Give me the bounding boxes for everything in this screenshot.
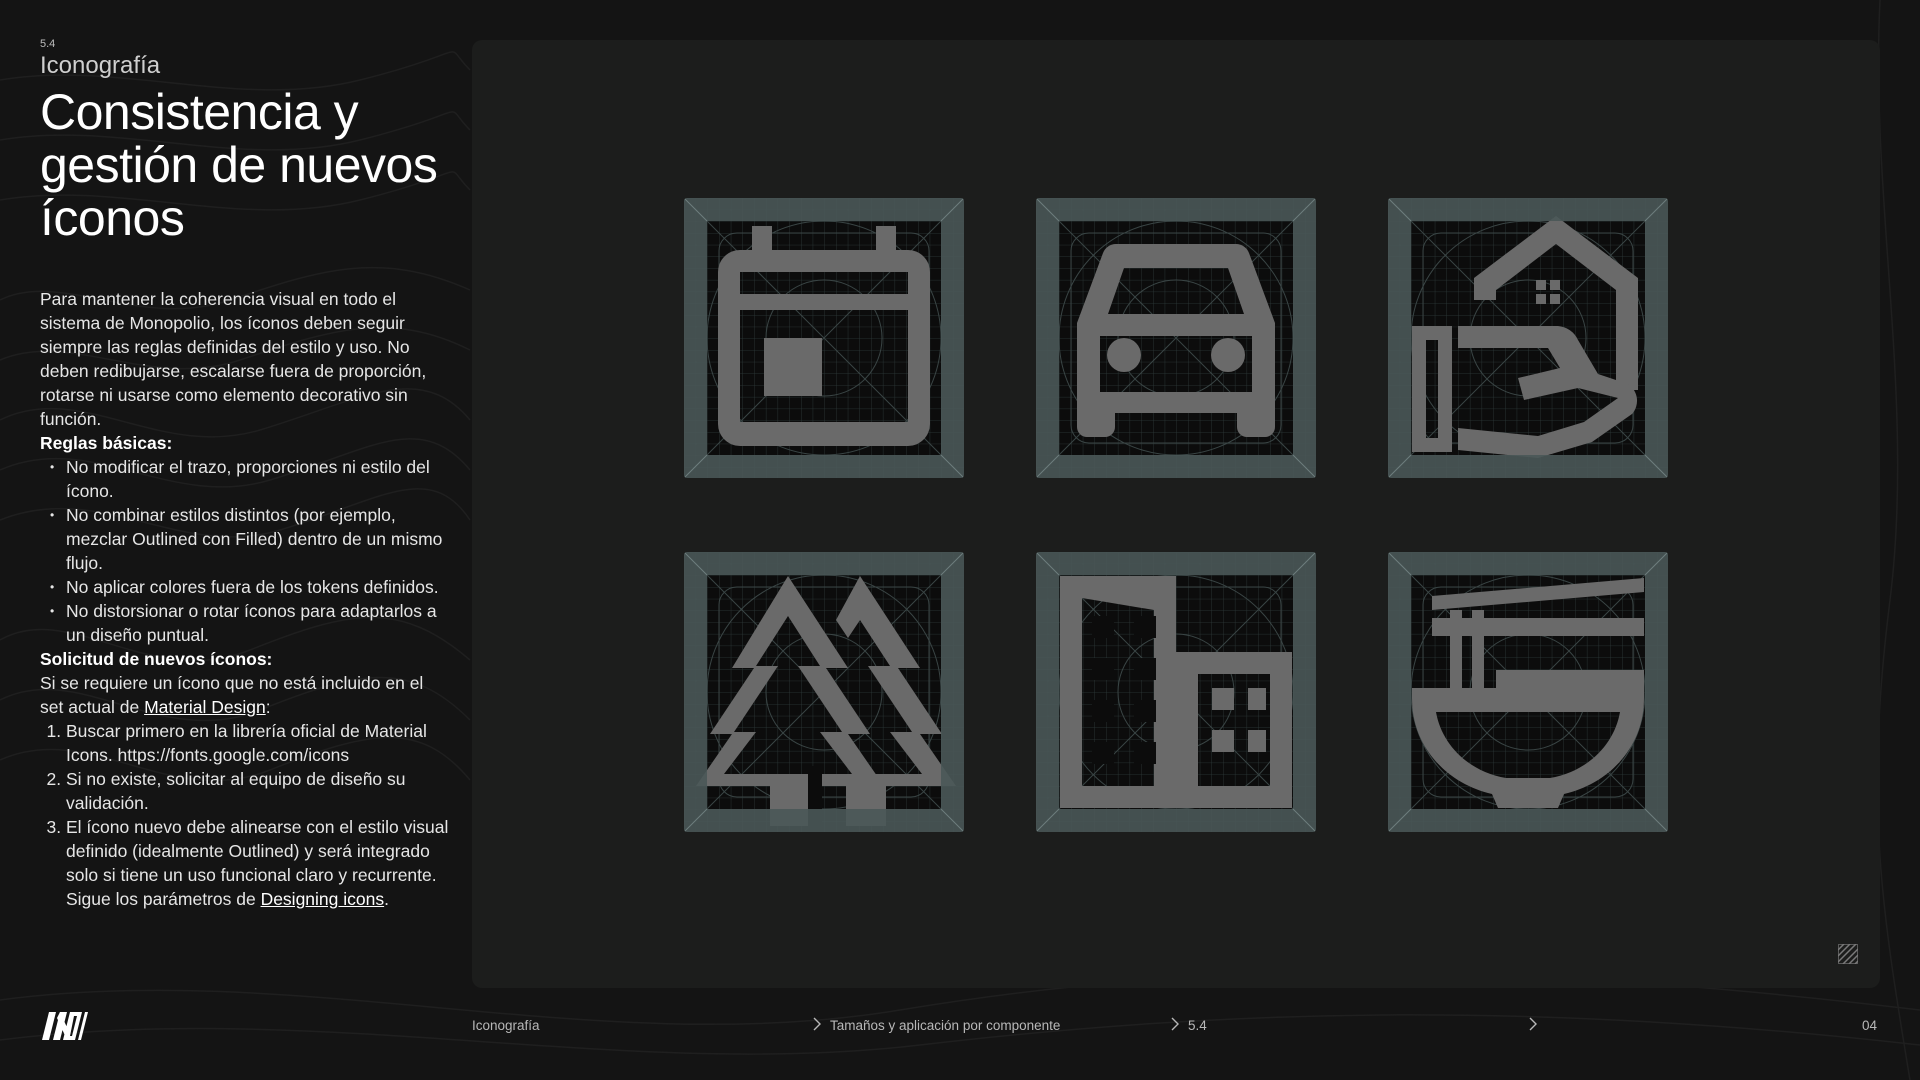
apartment-icon [1036,552,1316,832]
step-item: Buscar primero en la librería oficial de… [66,719,450,767]
section-name: Iconografía [40,52,161,79]
request-text-end: : [265,697,271,717]
ramen-dining-icon [1388,552,1668,832]
icon-showcase-panel [472,40,1880,988]
body-text: Para mantener la coherencia visual en to… [40,287,450,911]
real-estate-hand-icon [1388,198,1668,478]
page-number: 04 [1862,1018,1878,1033]
rule-item: No combinar estilos distintos (por ejemp… [50,503,450,575]
rules-list: No modificar el trazo, proporciones ni e… [40,455,450,647]
section-number: 5.4 [40,38,56,50]
step-item: Si no existe, solicitar al equipo de dis… [66,767,450,815]
calendar-icon [684,198,964,478]
monopolio-logo [42,1012,88,1040]
request-heading: Solicitud de nuevos íconos: [40,649,273,669]
step-item: El ícono nuevo debe alinearse con el est… [66,815,450,911]
car-icon [1036,198,1316,478]
steps-list: Buscar primero en la librería oficial de… [40,719,450,911]
forest-icon [684,552,964,832]
chevron-right-icon [813,1017,821,1031]
breadcrumb-section[interactable]: 5.4 [1188,1018,1207,1033]
rule-item: No modificar el trazo, proporciones ni e… [50,455,450,503]
chevron-right-icon[interactable] [1528,1017,1538,1031]
rule-item: No aplicar colores fuera de los tokens d… [50,575,450,599]
designing-icons-link[interactable]: Designing icons [261,889,385,909]
breadcrumb-tamanos[interactable]: Tamaños y aplicación por componente [830,1018,1060,1033]
rule-item: No distorsionar o rotar íconos para adap… [50,599,450,647]
step-text: El ícono nuevo debe alinearse con el est… [66,817,449,909]
content-column: 5.4 Iconografía Consistencia y gestión d… [40,38,450,911]
material-design-link[interactable]: Material Design [144,697,266,717]
page-title: Consistencia y gestión de nuevos íconos [40,84,438,246]
rules-heading: Reglas básicas: [40,433,173,453]
request-paragraph: Si se requiere un ícono que no está incl… [40,671,450,719]
breadcrumb-iconografia[interactable]: Iconografía [472,1018,540,1033]
step-text-end: . [384,889,389,909]
chevron-right-icon [1171,1017,1179,1031]
intro-paragraph: Para mantener la coherencia visual en to… [40,289,427,429]
hatch-pattern-icon [1838,944,1858,964]
footer-nav: Iconografía Tamaños y aplicación por com… [0,1010,1920,1050]
